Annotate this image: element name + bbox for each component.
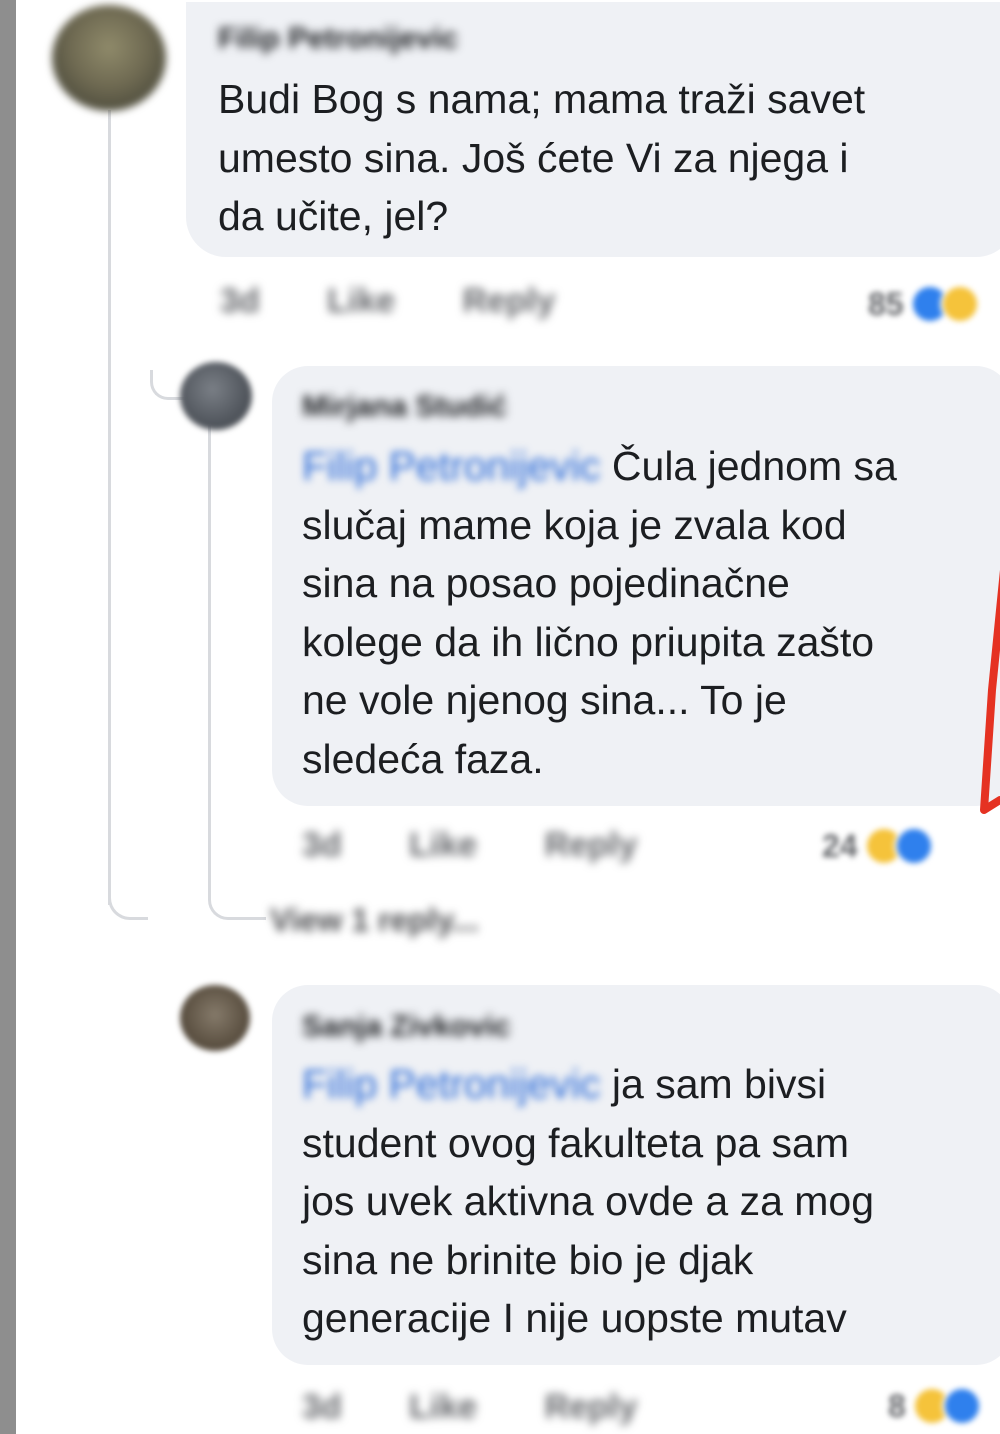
- avatar[interactable]: [52, 5, 166, 111]
- comment-line: slučaj mame koja je zvala kod: [302, 501, 847, 548]
- comment-line: ne vole njenog sina... To je: [302, 677, 787, 723]
- comment-actions: 3d Like Reply: [302, 1388, 695, 1427]
- like-button[interactable]: Like: [327, 282, 395, 320]
- comment-line: Budi Bog s nama; mama traži savet: [218, 76, 866, 122]
- reaction-count: 8: [888, 1387, 906, 1424]
- comment-author[interactable]: Sanja Zivkovic: [302, 1010, 510, 1044]
- mention-link[interactable]: Filip Petronijevic: [302, 443, 601, 489]
- like-button[interactable]: Like: [409, 826, 477, 864]
- reaction-count: 24: [822, 827, 858, 864]
- left-edge-bar: [0, 0, 16, 1434]
- reactions[interactable]: 85: [868, 284, 980, 324]
- comment-line: sina na posao pojedinačne: [302, 560, 790, 606]
- comment-actions: 3d Like Reply: [302, 826, 695, 865]
- reply-button[interactable]: Reply: [463, 282, 556, 320]
- reply-button[interactable]: Reply: [545, 826, 638, 864]
- comment-line: sledeća faza.: [302, 735, 544, 782]
- haha-reaction-icon: [939, 284, 980, 324]
- thread-line: [208, 425, 211, 895]
- avatar[interactable]: [180, 985, 250, 1051]
- view-replies-link[interactable]: View 1 reply...: [270, 902, 479, 939]
- reaction-count: 85: [868, 285, 904, 322]
- like-button[interactable]: Like: [409, 1388, 477, 1426]
- comment-text: Filip Petronijevic ja sam bivsi student …: [302, 1055, 874, 1348]
- red-arrow-annotation: [980, 569, 1000, 814]
- comment-line: generacije I nije uopste mutav: [302, 1295, 847, 1341]
- comment-time[interactable]: 3d: [302, 826, 342, 864]
- comment-author[interactable]: Mirjana Studić: [302, 390, 507, 424]
- comment-line: umesto sina. Još ćete Vi za njega i: [218, 134, 849, 181]
- reactions[interactable]: 8: [888, 1386, 982, 1426]
- comment-line: kolege da ih lično priupita zašto: [302, 618, 875, 665]
- thread-line: [108, 110, 111, 905]
- like-reaction-icon: [893, 826, 934, 866]
- thread-connector: [108, 880, 148, 920]
- thread-connector: [208, 880, 266, 920]
- comment-text: Budi Bog s nama; mama traži savet umesto…: [218, 70, 865, 246]
- comment-line-rest: ja sam bivsi: [611, 1061, 827, 1107]
- comment-line: jos uvek aktivna ovde a za mog: [302, 1178, 875, 1224]
- comment-actions: 3d Like Reply: [220, 282, 613, 321]
- avatar[interactable]: [180, 362, 252, 430]
- comment-line-rest: Čula jednom sa: [611, 443, 897, 489]
- comment-time[interactable]: 3d: [302, 1388, 342, 1426]
- comment-line: Filip Petronijevic ja sam bivsi: [302, 1055, 874, 1114]
- reactions[interactable]: 24: [822, 826, 934, 866]
- comment-line: student ovog fakulteta pa sam: [302, 1119, 850, 1166]
- comment-line: sina ne brinite bio je djak: [302, 1236, 754, 1283]
- comment-author[interactable]: Filip Petronijevic: [218, 22, 458, 56]
- comment-line: da učite, jel?: [218, 193, 449, 239]
- like-reaction-icon: [941, 1386, 982, 1426]
- comment-text: Filip Petronijevic Čula jednom sa slučaj…: [302, 437, 897, 788]
- reply-button[interactable]: Reply: [545, 1388, 638, 1426]
- mention-link[interactable]: Filip Petronijevic: [302, 1061, 601, 1107]
- comment-line: Filip Petronijevic Čula jednom sa: [302, 437, 897, 496]
- comment-time[interactable]: 3d: [220, 282, 260, 320]
